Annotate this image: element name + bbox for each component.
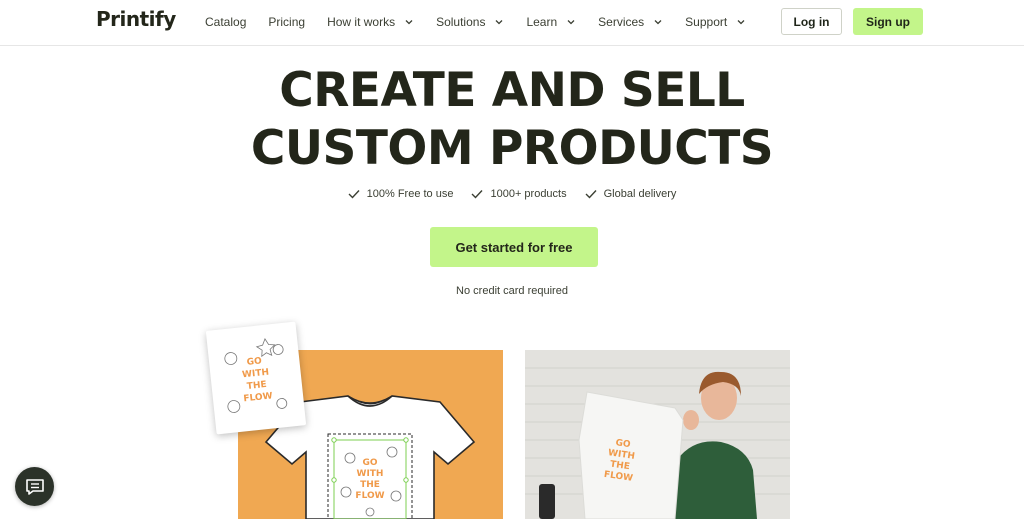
feature-label: Global delivery (603, 188, 677, 200)
hero-title-line-2: CUSTOM PRODUCTS (250, 121, 774, 176)
check-icon (585, 190, 597, 199)
photo-illustration: GO WITH THE FLOW (525, 350, 790, 519)
nav-learn[interactable]: Learn (526, 15, 576, 29)
nav-support[interactable]: Support (685, 15, 746, 29)
artwork-word: GO (615, 438, 632, 450)
main-nav: Catalog Pricing How it works Solutions L… (205, 0, 768, 44)
chevron-down-icon (654, 20, 662, 25)
hero-title: CREATE AND SELL CUSTOM PRODUCTS (0, 62, 1024, 178)
artwork-word: WITH (357, 469, 384, 479)
person-holding-shirt-photo: GO WITH THE FLOW (525, 350, 790, 519)
printify-logo[interactable]: Printify (96, 7, 176, 31)
check-icon (348, 190, 360, 199)
artwork-word: FLOW (243, 391, 273, 404)
nav-label: Pricing (268, 15, 306, 29)
feature-delivery: Global delivery (585, 188, 677, 200)
nav-catalog[interactable]: Catalog (205, 15, 246, 29)
feature-label: 100% Free to use (366, 188, 454, 200)
artwork-word: WITH (242, 368, 270, 381)
nav-label: Support (685, 15, 728, 29)
nav-label: Services (598, 15, 645, 29)
chevron-down-icon (495, 20, 503, 25)
chat-button[interactable] (15, 467, 54, 506)
site-header: Printify Catalog Pricing How it works So… (0, 0, 1024, 46)
artwork-word: THE (246, 380, 267, 392)
nav-label: How it works (327, 15, 396, 29)
nav-label: Solutions (436, 15, 486, 29)
signup-button[interactable]: Sign up (853, 8, 923, 35)
artwork-word: FLOW (355, 491, 384, 501)
artwork-word: THE (360, 480, 380, 490)
nav-how-it-works[interactable]: How it works (327, 15, 414, 29)
design-card-art: GO WITH THE FLOW (224, 337, 288, 413)
artwork-word: GO (362, 458, 377, 468)
no-credit-card-note: No credit card required (456, 285, 568, 297)
get-started-button[interactable]: Get started for free (430, 227, 598, 267)
feature-list: 100% Free to use 1000+ products Global d… (0, 188, 1024, 200)
feature-label: 1000+ products (490, 188, 567, 200)
artwork-word: GO (246, 356, 262, 368)
chat-icon (25, 478, 44, 495)
nav-label: Learn (526, 15, 558, 29)
chevron-down-icon (405, 20, 413, 25)
nav-pricing[interactable]: Pricing (268, 15, 305, 29)
design-card-image: GO WITH THE FLOW (205, 321, 307, 435)
feature-products: 1000+ products (471, 188, 567, 200)
chevron-down-icon (737, 20, 745, 25)
nav-solutions[interactable]: Solutions (436, 15, 504, 29)
feature-free: 100% Free to use (348, 188, 454, 200)
login-button[interactable]: Log in (781, 8, 842, 35)
nav-label: Catalog (205, 15, 247, 29)
hero-title-line-1: CREATE AND SELL (279, 63, 745, 118)
nav-services[interactable]: Services (598, 15, 663, 29)
check-icon (471, 190, 483, 199)
chevron-down-icon (567, 20, 575, 25)
